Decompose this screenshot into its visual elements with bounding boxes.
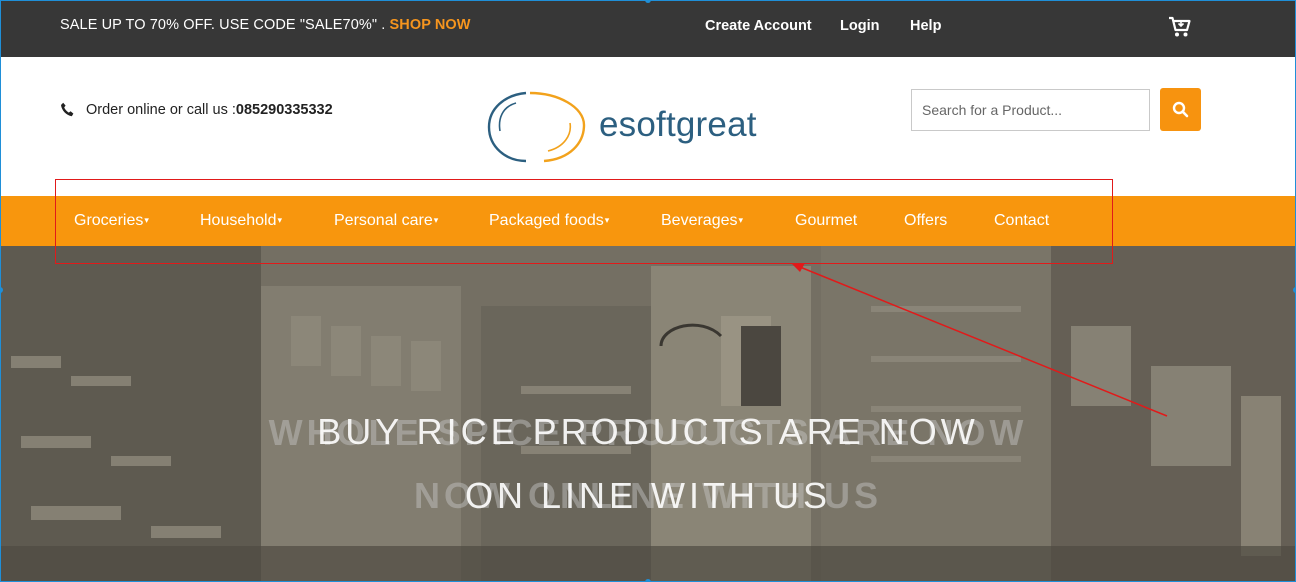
contact-info: Order online or call us : 085290335332	[60, 102, 333, 118]
logo-mark-icon	[487, 91, 586, 163]
nav-item-personal-care[interactable]: Personal care▾	[334, 212, 438, 230]
nav-item-gourmet[interactable]: Gourmet	[795, 212, 857, 230]
nav-item-packaged-foods[interactable]: Packaged foods▾	[489, 212, 609, 230]
nav-item-groceries[interactable]: Groceries▾	[74, 212, 149, 230]
site-logo[interactable]: esoftgreat	[486, 89, 766, 164]
search-icon	[1172, 101, 1189, 118]
shop-now-link[interactable]: SHOP NOW	[390, 17, 471, 33]
phone-icon	[61, 102, 74, 117]
chevron-down-icon: ▾	[738, 215, 744, 226]
create-account-link[interactable]: Create Account	[705, 18, 812, 34]
nav-label: Beverages	[661, 212, 738, 229]
nav-label: Household	[200, 212, 277, 229]
search-input[interactable]	[911, 89, 1150, 131]
promo-banner: SALE UP TO 70% OFF. USE CODE "SALE70%" .…	[60, 17, 471, 33]
help-link[interactable]: Help	[910, 18, 941, 34]
nav-label: Packaged foods	[489, 212, 604, 229]
phone-number: 085290335332	[235, 102, 333, 118]
contact-label: Order online or call us :	[86, 102, 236, 118]
chevron-down-icon: ▾	[433, 215, 439, 226]
chevron-down-icon: ▾	[277, 215, 283, 226]
nav-item-contact[interactable]: Contact	[994, 212, 1049, 230]
nav-item-offers[interactable]: Offers	[904, 212, 947, 230]
search-button[interactable]	[1160, 88, 1201, 131]
hero-banner: WHOLE SPICE PRODUCTS ARE NOW NOW ONLINE …	[1, 246, 1295, 581]
logo-text: esoftgreat	[599, 105, 757, 144]
nav-item-beverages[interactable]: Beverages▾	[661, 212, 743, 230]
promo-text: SALE UP TO 70% OFF. USE CODE "SALE70%" .	[60, 17, 390, 33]
hero-headline-line-2: ON LINE WITH US	[464, 475, 832, 516]
top-bar: SALE UP TO 70% OFF. USE CODE "SALE70%" .…	[1, 1, 1295, 57]
login-link[interactable]: Login	[840, 18, 879, 34]
cart-icon[interactable]	[1168, 16, 1192, 38]
nav-label: Personal care	[334, 212, 433, 229]
nav-label: Groceries	[74, 212, 144, 229]
chevron-down-icon: ▾	[604, 215, 610, 226]
main-nav: Groceries▾ Household▾ Personal care▾ Pac…	[1, 196, 1295, 246]
hero-headline-line-1: BUY RICE PRODUCTS ARE NOW	[317, 411, 979, 452]
site-header: Order online or call us : 085290335332 e…	[1, 57, 1295, 196]
chevron-down-icon: ▾	[144, 215, 149, 226]
nav-item-household[interactable]: Household▾	[200, 212, 282, 230]
